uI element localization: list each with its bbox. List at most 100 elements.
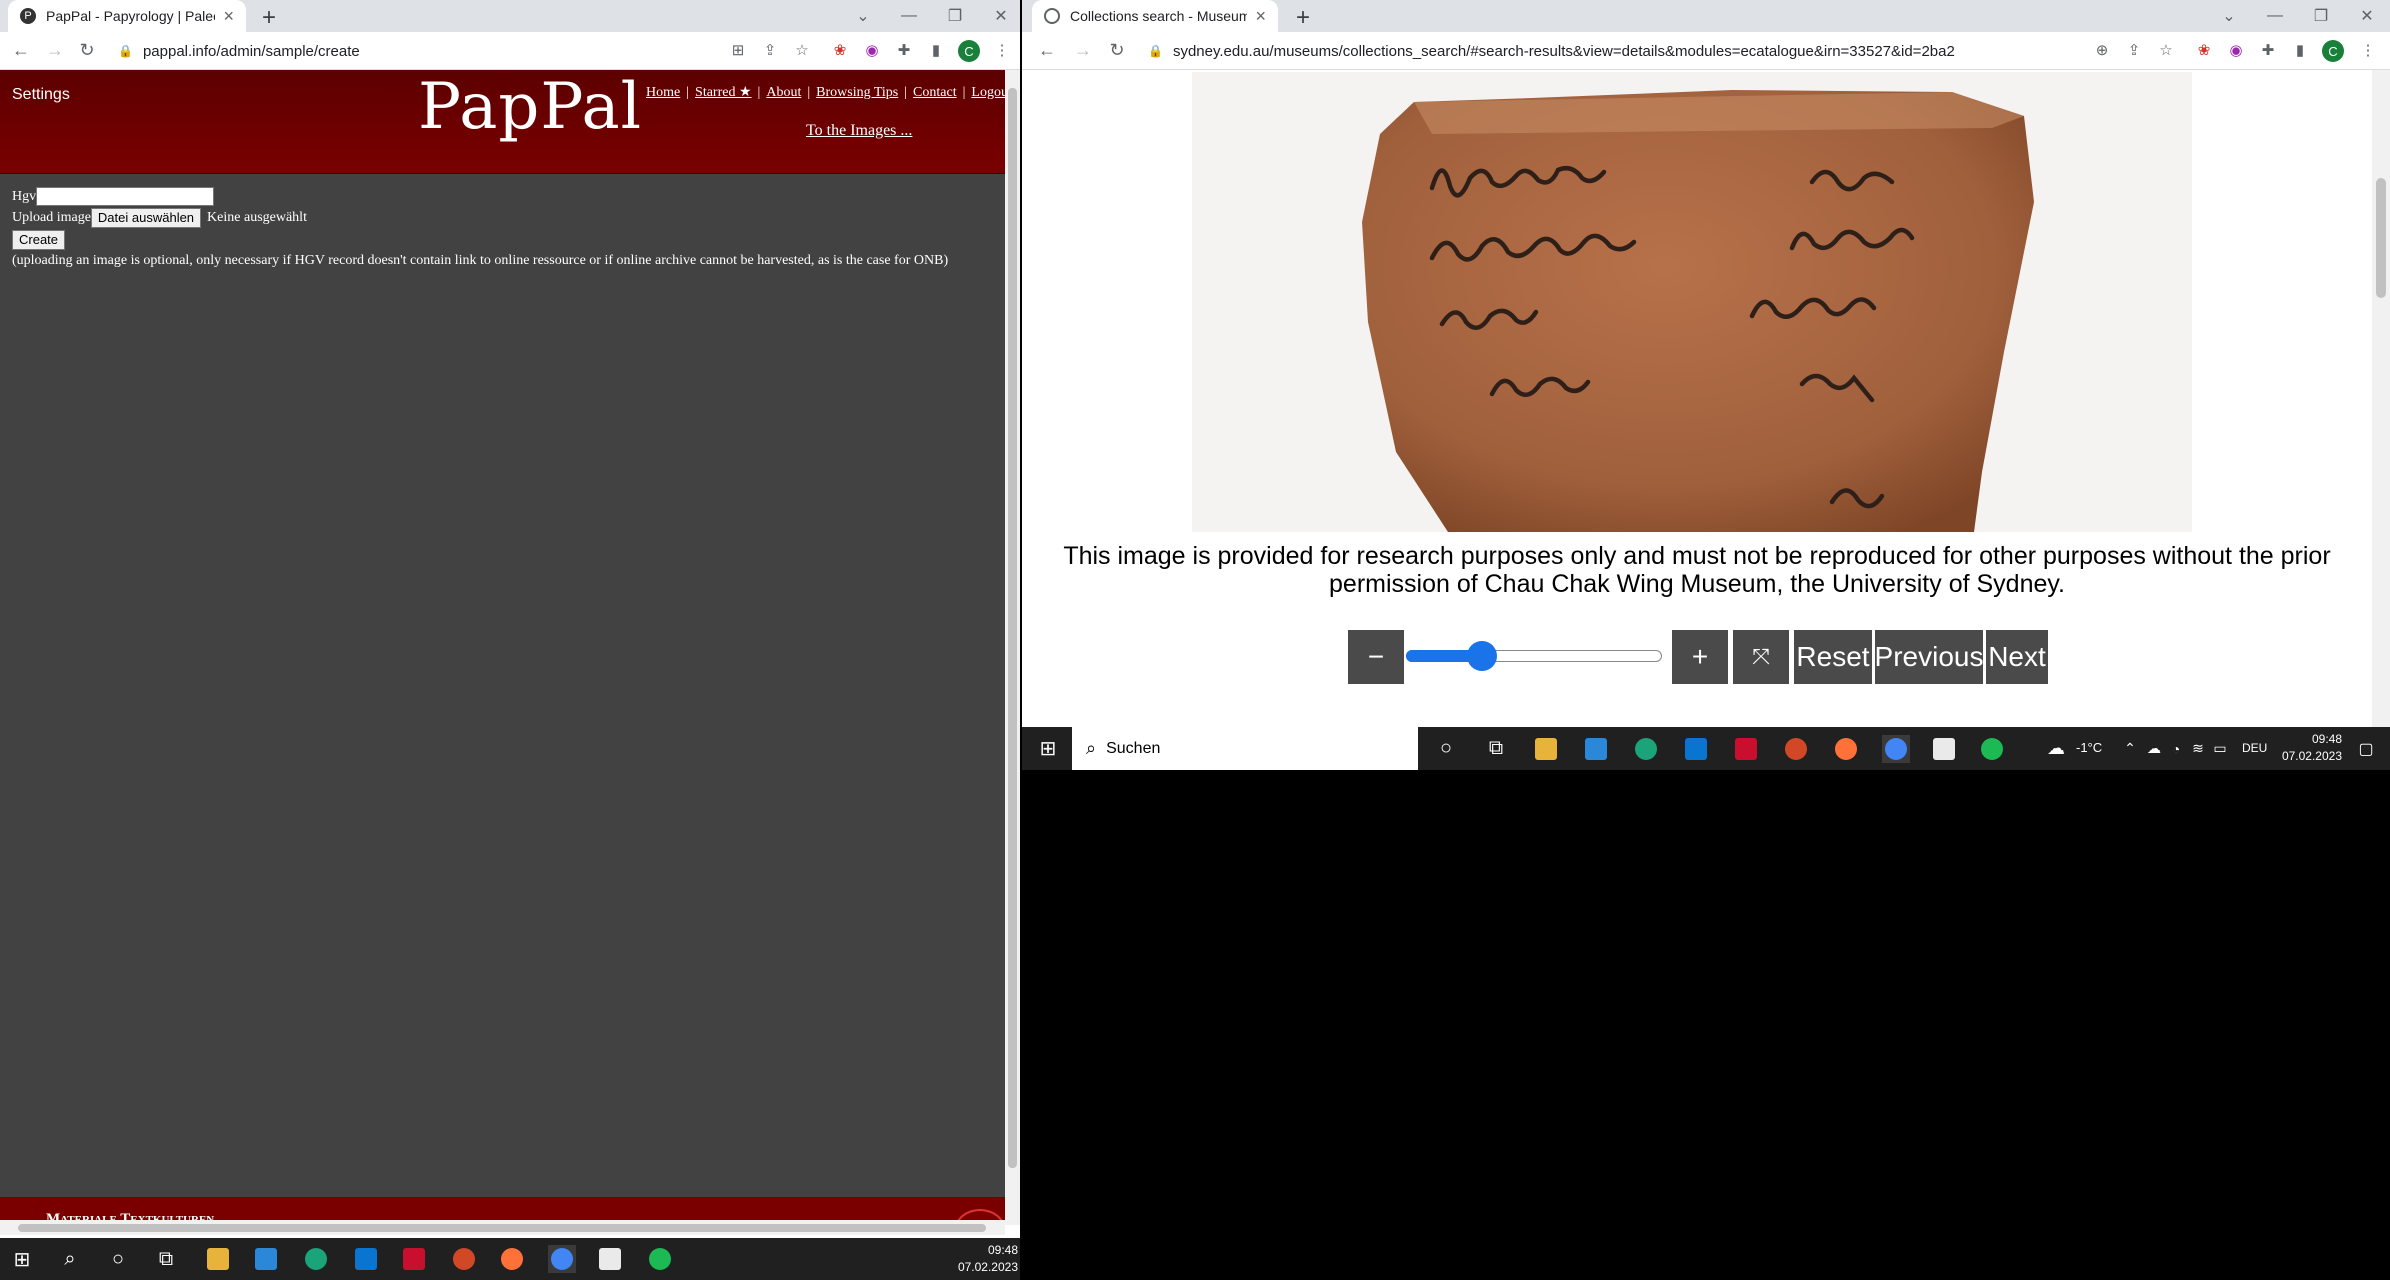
mail-icon[interactable]: [352, 1245, 380, 1273]
battery-icon[interactable]: ▭: [2206, 735, 2234, 763]
collections-page: This image is provided for research purp…: [1022, 70, 2372, 727]
nav-browsing-tips[interactable]: Browsing Tips: [816, 85, 898, 100]
store-icon[interactable]: [1582, 735, 1610, 763]
back-icon[interactable]: ←: [1036, 40, 1058, 61]
zoom-slider[interactable]: [1406, 638, 1662, 674]
file-explorer-icon[interactable]: [1532, 735, 1560, 763]
profile-avatar[interactable]: C: [958, 40, 980, 62]
zoom-icon[interactable]: ⊕: [2092, 41, 2112, 59]
ostracon-image[interactable]: [1192, 72, 2192, 532]
minimize-icon[interactable]: —: [886, 7, 932, 25]
extension-red-icon[interactable]: ❀: [830, 41, 850, 59]
task-view-icon[interactable]: ⧉: [1482, 735, 1510, 763]
new-tab-icon[interactable]: +: [256, 4, 282, 32]
fullscreen-button[interactable]: ⤧: [1733, 630, 1789, 684]
forward-icon[interactable]: →: [44, 40, 66, 61]
tab-search-icon[interactable]: ⌄: [840, 6, 886, 26]
choose-file-button[interactable]: Datei auswählen: [90, 207, 202, 228]
menu-dots-icon[interactable]: ⋮: [2358, 41, 2378, 59]
zoom-slider-handle[interactable]: [1467, 641, 1498, 671]
acrobat-icon[interactable]: [1732, 735, 1760, 763]
close-window-icon[interactable]: ✕: [978, 6, 1020, 26]
address-bar[interactable]: 🔒 pappal.info/admin/sample/create: [118, 38, 360, 64]
weather-icon[interactable]: ☁: [2042, 735, 2070, 763]
notepad-icon[interactable]: [1930, 735, 1958, 763]
close-tab-icon[interactable]: ×: [223, 6, 234, 27]
nav-about[interactable]: About: [766, 85, 801, 100]
pappal-logo[interactable]: PapPal: [418, 70, 642, 144]
address-bar[interactable]: 🔒 sydney.edu.au/museums/collections_sear…: [1148, 38, 1955, 64]
forward-icon[interactable]: →: [1072, 40, 1094, 61]
tab-sydney-collections[interactable]: Collections search - Museums - T ×: [1032, 0, 1278, 32]
bookmark-star-icon[interactable]: ☆: [792, 41, 812, 59]
task-view-icon[interactable]: ⧉: [152, 1245, 180, 1273]
cortana-icon[interactable]: ○: [1432, 735, 1460, 763]
tab-search-icon[interactable]: ⌄: [2206, 6, 2252, 26]
to-images-link[interactable]: To the Images ...: [806, 122, 912, 140]
share-icon[interactable]: ⇪: [760, 41, 780, 59]
new-tab-icon[interactable]: +: [1290, 4, 1316, 32]
cortana-icon[interactable]: ○: [104, 1245, 132, 1273]
horizontal-scrollbar[interactable]: [0, 1220, 1005, 1235]
chrome-icon[interactable]: [1882, 734, 1910, 763]
zoom-out-button[interactable]: −: [1348, 630, 1404, 684]
extension-red-icon[interactable]: ❀: [2194, 41, 2214, 59]
extension-purple-icon[interactable]: ◉: [2226, 41, 2246, 59]
nav-logout[interactable]: Logou: [971, 85, 1005, 100]
side-panel-icon[interactable]: ▮: [926, 41, 946, 59]
share-icon[interactable]: ⇪: [2124, 41, 2144, 59]
nav-contact[interactable]: Contact: [913, 85, 957, 100]
previous-button[interactable]: Previous: [1875, 630, 1983, 684]
vertical-scrollbar[interactable]: [1005, 70, 1020, 1225]
clock[interactable]: 09:48 07.02.2023: [940, 1242, 1018, 1276]
notepad-icon[interactable]: [596, 1245, 624, 1273]
taskbar-search[interactable]: ⌕ Suchen: [1072, 727, 1418, 770]
mail-icon[interactable]: [1682, 735, 1710, 763]
acrobat-icon[interactable]: [400, 1245, 428, 1273]
reset-button[interactable]: Reset: [1794, 630, 1872, 684]
hgv-input[interactable]: [36, 187, 215, 206]
extension-purple-icon[interactable]: ◉: [862, 41, 882, 59]
powerpoint-icon[interactable]: [450, 1245, 478, 1273]
spotify-icon[interactable]: [1978, 735, 2006, 763]
minimize-icon[interactable]: —: [2252, 7, 2298, 25]
bookmark-star-icon[interactable]: ☆: [2156, 41, 2176, 59]
vertical-scrollbar[interactable]: [2372, 70, 2390, 727]
nav-home[interactable]: Home: [646, 85, 680, 100]
edge-icon[interactable]: [1632, 735, 1660, 763]
store-icon[interactable]: [252, 1245, 280, 1273]
file-explorer-icon[interactable]: [204, 1245, 232, 1273]
windows-start-icon[interactable]: ⊞: [1034, 735, 1062, 763]
spotify-icon[interactable]: [646, 1245, 674, 1273]
restore-icon[interactable]: ❐: [2298, 6, 2344, 26]
extensions-puzzle-icon[interactable]: ✚: [2258, 41, 2278, 59]
tab-pappal[interactable]: P PapPal - Papyrology | Paleograph... ×: [8, 0, 246, 32]
close-window-icon[interactable]: ✕: [2344, 6, 2390, 26]
notifications-icon[interactable]: ▢: [2352, 735, 2380, 763]
edge-icon[interactable]: [302, 1245, 330, 1273]
nav-starred[interactable]: Starred ★: [695, 85, 751, 100]
restore-icon[interactable]: ❐: [932, 6, 978, 26]
menu-dots-icon[interactable]: ⋮: [992, 41, 1012, 59]
date: 07.02.2023: [2281, 749, 2342, 763]
extensions-puzzle-icon[interactable]: ✚: [894, 41, 914, 59]
language-indicator[interactable]: DEU: [2242, 741, 2267, 755]
side-panel-icon[interactable]: ▮: [2290, 41, 2310, 59]
powerpoint-icon[interactable]: [1782, 735, 1810, 763]
search-icon[interactable]: ⌕: [56, 1245, 84, 1273]
firefox-icon[interactable]: [498, 1245, 526, 1273]
zoom-in-button[interactable]: +: [1672, 630, 1728, 684]
clock[interactable]: 09:48 07.02.2023: [2274, 731, 2342, 765]
firefox-icon[interactable]: [1832, 735, 1860, 763]
translate-icon[interactable]: ⊞: [728, 41, 748, 59]
settings-link[interactable]: Settings: [12, 86, 70, 104]
next-button[interactable]: Next: [1986, 630, 2048, 684]
windows-start-icon[interactable]: ⊞: [8, 1245, 36, 1273]
reload-icon[interactable]: ↻: [76, 40, 98, 61]
close-tab-icon[interactable]: ×: [1255, 6, 1266, 27]
back-icon[interactable]: ←: [10, 40, 32, 61]
chrome-icon[interactable]: [548, 1245, 576, 1273]
profile-avatar[interactable]: C: [2322, 40, 2344, 62]
reload-icon[interactable]: ↻: [1106, 40, 1128, 61]
create-button[interactable]: Create: [12, 229, 66, 250]
